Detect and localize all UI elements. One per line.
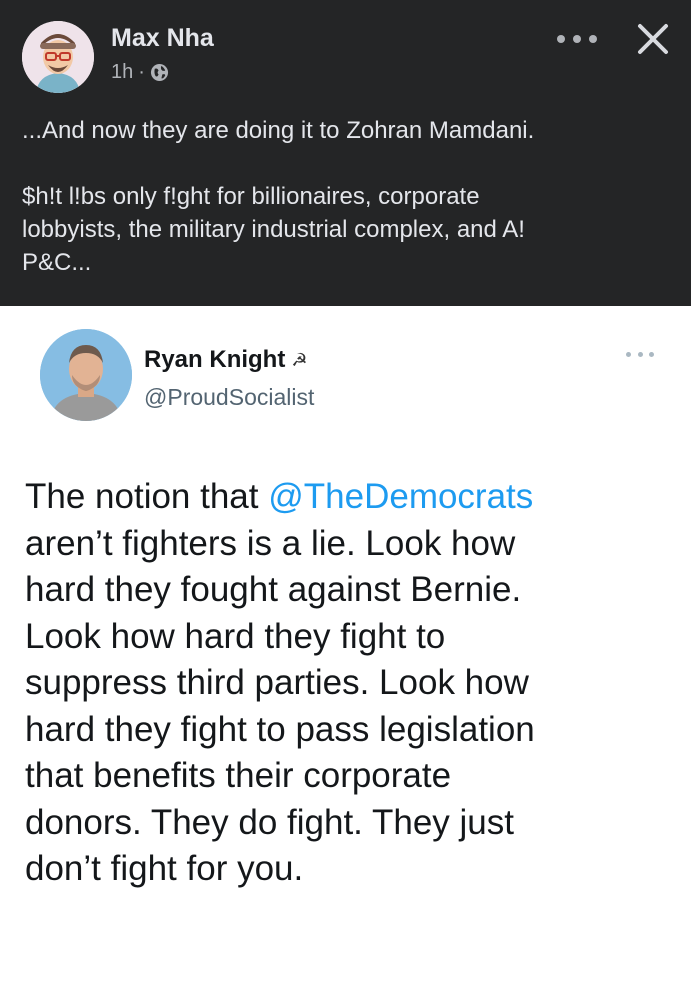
post-text-line: P&C... xyxy=(22,249,92,276)
post-text-line: ...And now they are doing it to Zohran M… xyxy=(22,117,535,144)
tweet-more-button[interactable] xyxy=(626,352,654,358)
tweet-text-line: Look how hard they fight to xyxy=(25,616,446,656)
dot xyxy=(573,35,581,43)
tweet-text-line: The notion that @TheDemocrats xyxy=(25,474,665,521)
meta-separator: · xyxy=(138,61,145,83)
tweet-text-line: hard they fight to pass legislation xyxy=(25,709,535,749)
dot xyxy=(589,35,597,43)
dot xyxy=(557,35,565,43)
post-text: ...And now they are doing it to Zohran M… xyxy=(22,114,672,279)
tweet-text-line: that benefits their corporate xyxy=(25,756,452,795)
tweet-text-segment: The notion that xyxy=(25,477,269,516)
tweet-author-avatar[interactable] xyxy=(40,329,132,421)
dot xyxy=(626,352,631,357)
hammer-sickle-icon: ☭ xyxy=(291,349,308,370)
tweet-text-line: aren’t fighters is a lie. Look how xyxy=(25,523,516,563)
globe-icon xyxy=(150,63,168,82)
post-meta: 1h · xyxy=(111,61,169,84)
tweet-text-line: don’t fight for you. xyxy=(25,849,304,888)
dot xyxy=(649,352,654,357)
tweet-text-line: donors. They do fight. They just xyxy=(25,802,514,842)
tweet-text-line: suppress third parties. Look how xyxy=(25,663,529,702)
post-time[interactable]: 1h xyxy=(111,61,133,84)
tweet-card: Ryan Knight ☭ @ProudSocialist The notion… xyxy=(0,306,691,1000)
profile-photo-icon xyxy=(40,329,132,421)
mention-link[interactable]: @TheDemocrats xyxy=(268,477,533,516)
cartoon-avatar-icon xyxy=(22,21,94,93)
post-text-line: lobbyists, the military industrial compl… xyxy=(22,216,525,243)
post-author-name[interactable]: Max Nha xyxy=(111,24,214,53)
author-avatar[interactable] xyxy=(22,21,94,93)
tweet-author-name-text: Ryan Knight xyxy=(144,346,286,373)
dot xyxy=(637,352,643,357)
tweet-author-handle[interactable]: @ProudSocialist xyxy=(144,384,314,411)
tweet-text-line: hard they fought against Bernie. xyxy=(25,570,522,609)
post-text-line: $h!t l!bs only f!ght for billionaires, c… xyxy=(22,183,480,210)
close-icon[interactable] xyxy=(634,20,672,58)
tweet-text: The notion that @TheDemocrats aren’t fig… xyxy=(25,474,665,893)
tweet-author-name[interactable]: Ryan Knight ☭ xyxy=(144,346,307,374)
facebook-post: Max Nha 1h · ...And now they are doing i… xyxy=(0,0,691,306)
more-options-button[interactable] xyxy=(557,32,597,46)
